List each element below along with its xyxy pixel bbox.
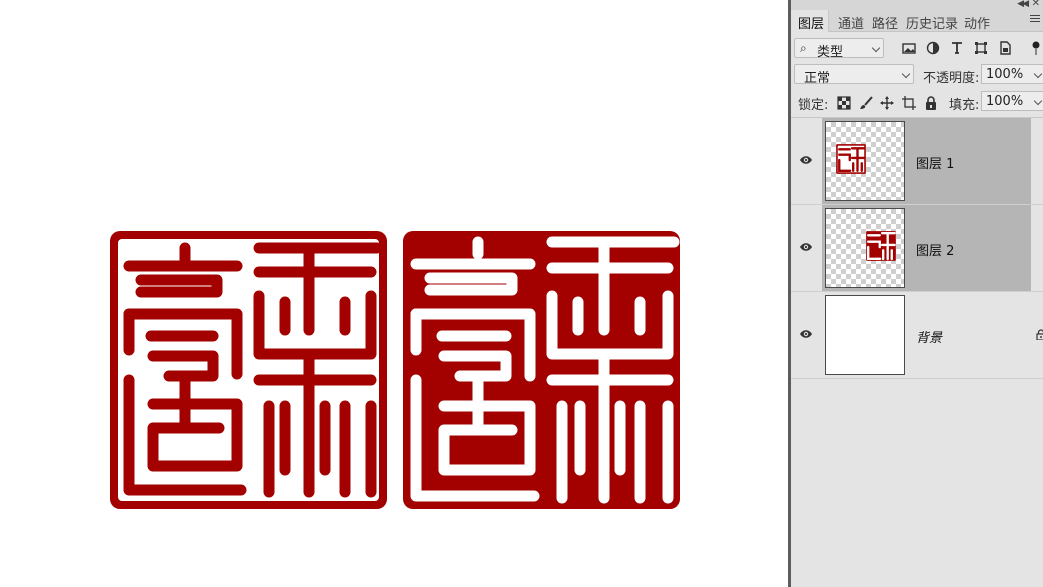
- visibility-toggle[interactable]: [791, 292, 822, 379]
- blend-mode-value: 正常: [804, 71, 831, 86]
- opacity-label: 不透明度:: [923, 71, 980, 86]
- lock-all-icon[interactable]: [924, 96, 938, 110]
- layer-thumbnail-seal: [836, 144, 866, 174]
- opacity-value: 100%: [986, 67, 1024, 82]
- opacity-field[interactable]: 100%: [981, 64, 1043, 84]
- lock-label: 锁定:: [798, 98, 829, 113]
- layer-row-background[interactable]: 背景: [791, 292, 1043, 379]
- fill-label: 填充:: [949, 98, 980, 113]
- layer-filter-value: 类型: [817, 45, 844, 60]
- layer-name[interactable]: 图层 1: [916, 153, 954, 172]
- image-filter-icon[interactable]: [902, 41, 916, 55]
- tab-layers[interactable]: 图层: [798, 13, 824, 32]
- layers-panel: ◀◀ ✕ 图层 通道 路径 历史记录 动作 ⌕ 类型 正常 不透明度: 100%…: [791, 0, 1043, 587]
- panel-tab-bar: 图层 通道 路径 历史记录 动作: [791, 10, 1043, 32]
- layer-row-2[interactable]: 图层 2: [791, 205, 1043, 292]
- lock-icon[interactable]: [1036, 329, 1043, 340]
- layer-body[interactable]: 图层 2: [822, 205, 1031, 292]
- document-canvas[interactable]: [0, 0, 788, 587]
- search-icon: ⌕: [800, 41, 807, 55]
- seal-artwork-right: [402, 230, 681, 510]
- visibility-toggle[interactable]: [791, 118, 822, 205]
- layer-row-1[interactable]: 图层 1: [791, 118, 1043, 205]
- panel-menu-icon[interactable]: [1030, 15, 1040, 25]
- layer-thumbnail: [825, 121, 905, 201]
- tab-history[interactable]: 历史记录: [906, 13, 958, 32]
- eye-icon: [800, 330, 812, 338]
- layer-name[interactable]: 背景: [916, 327, 942, 346]
- layer-thumbnail: [825, 208, 905, 288]
- layer-body[interactable]: 背景: [822, 292, 1043, 379]
- layer-thumbnail: [825, 295, 905, 375]
- visibility-toggle[interactable]: [791, 205, 822, 292]
- tab-paths[interactable]: 路径: [872, 13, 898, 32]
- lock-paint-icon[interactable]: [859, 96, 873, 110]
- chevron-down-icon: [901, 69, 911, 79]
- layer-name[interactable]: 图层 2: [916, 240, 954, 259]
- chevron-down-icon[interactable]: [1033, 69, 1043, 79]
- divider: [791, 378, 1043, 379]
- type-filter-icon[interactable]: [950, 41, 964, 55]
- collapse-icon[interactable]: ◀◀: [1017, 0, 1029, 9]
- smart-object-filter-icon[interactable]: [998, 41, 1012, 55]
- chevron-down-icon: [871, 43, 881, 53]
- fill-value: 100%: [986, 94, 1024, 109]
- filter-toggle-icon[interactable]: [1032, 41, 1040, 55]
- seal-artwork-left: [109, 230, 388, 510]
- adjustment-filter-icon[interactable]: [926, 41, 940, 55]
- lock-transparent-icon[interactable]: [837, 96, 851, 110]
- eye-icon: [800, 243, 812, 251]
- lock-artboard-icon[interactable]: [902, 96, 916, 110]
- tab-actions[interactable]: 动作: [964, 13, 990, 32]
- chevron-down-icon[interactable]: [1033, 96, 1043, 106]
- fill-field[interactable]: 100%: [981, 91, 1043, 111]
- blend-mode-select[interactable]: 正常: [794, 64, 914, 86]
- tab-channels[interactable]: 通道: [838, 13, 864, 32]
- eye-icon: [800, 156, 812, 164]
- layer-thumbnail-seal: [866, 231, 896, 261]
- layer-body[interactable]: 图层 1: [822, 118, 1031, 205]
- panel-title-strip: ◀◀ ✕: [791, 0, 1043, 10]
- close-icon[interactable]: ✕: [1032, 0, 1040, 9]
- shape-filter-icon[interactable]: [974, 41, 988, 55]
- lock-move-icon[interactable]: [880, 96, 894, 110]
- layer-filter-select[interactable]: ⌕ 类型: [794, 38, 884, 60]
